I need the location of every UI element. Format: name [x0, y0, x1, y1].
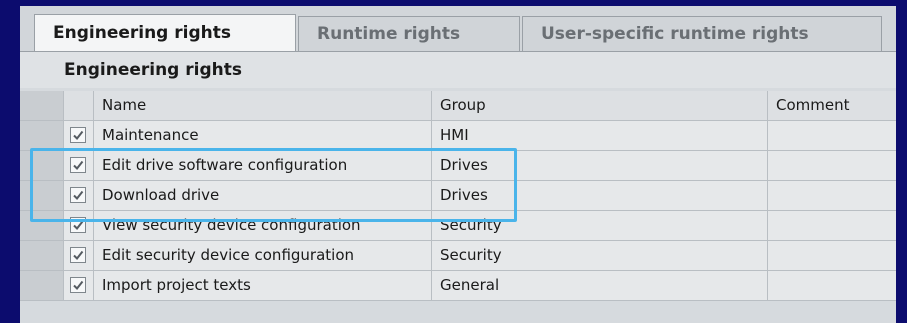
- row-selector[interactable]: [20, 151, 64, 180]
- row-checkbox[interactable]: [70, 187, 86, 203]
- row-checkbox[interactable]: [70, 277, 86, 293]
- row-checkbox-cell: [64, 241, 94, 270]
- row-selector[interactable]: [20, 121, 64, 150]
- row-checkbox[interactable]: [70, 217, 86, 233]
- table-row[interactable]: Edit security device configuration Securi…: [20, 241, 896, 271]
- row-checkbox-cell: [64, 211, 94, 240]
- engineering-rights-panel: Engineering rights Runtime rights User-s…: [20, 6, 896, 323]
- row-name[interactable]: Edit security device configuration: [94, 241, 432, 270]
- column-header-comment[interactable]: Comment: [768, 91, 896, 120]
- row-checkbox[interactable]: [70, 127, 86, 143]
- tab-bar: Engineering rights Runtime rights User-s…: [20, 6, 896, 52]
- row-group[interactable]: Security: [432, 211, 768, 240]
- table-row[interactable]: Import project texts General: [20, 271, 896, 301]
- row-group[interactable]: Drives: [432, 151, 768, 180]
- row-comment[interactable]: [768, 271, 896, 300]
- section-title: Engineering rights: [20, 52, 896, 88]
- row-name[interactable]: View security device configuration: [94, 211, 432, 240]
- rights-table: Name Group Comment Maintenance HMI Edit dr…: [20, 91, 896, 301]
- row-group[interactable]: HMI: [432, 121, 768, 150]
- tab-engineering-rights[interactable]: Engineering rights: [34, 14, 296, 52]
- row-checkbox[interactable]: [70, 247, 86, 263]
- row-comment[interactable]: [768, 211, 896, 240]
- row-checkbox-cell: [64, 271, 94, 300]
- row-checkbox-cell: [64, 151, 94, 180]
- table-header: Name Group Comment: [20, 91, 896, 121]
- table-row[interactable]: Maintenance HMI: [20, 121, 896, 151]
- row-selector[interactable]: [20, 271, 64, 300]
- row-checkbox-cell: [64, 121, 94, 150]
- row-comment[interactable]: [768, 121, 896, 150]
- row-name[interactable]: Import project texts: [94, 271, 432, 300]
- row-selector-header: [20, 91, 64, 120]
- row-group[interactable]: Security: [432, 241, 768, 270]
- row-comment[interactable]: [768, 241, 896, 270]
- column-header-group[interactable]: Group: [432, 91, 768, 120]
- checkbox-column-header: [64, 91, 94, 120]
- table-row[interactable]: Download drive Drives: [20, 181, 896, 211]
- row-name[interactable]: Edit drive software configuration: [94, 151, 432, 180]
- table-row[interactable]: View security device configuration Securi…: [20, 211, 896, 241]
- row-group[interactable]: Drives: [432, 181, 768, 210]
- tab-user-specific-runtime-rights[interactable]: User-specific runtime rights: [522, 16, 882, 52]
- tab-runtime-rights[interactable]: Runtime rights: [298, 16, 520, 52]
- row-group[interactable]: General: [432, 271, 768, 300]
- row-checkbox-cell: [64, 181, 94, 210]
- column-header-name[interactable]: Name: [94, 91, 432, 120]
- row-checkbox[interactable]: [70, 157, 86, 173]
- row-selector[interactable]: [20, 241, 64, 270]
- row-name[interactable]: Maintenance: [94, 121, 432, 150]
- row-selector[interactable]: [20, 211, 64, 240]
- table-row[interactable]: Edit drive software configuration Drives: [20, 151, 896, 181]
- row-comment[interactable]: [768, 151, 896, 180]
- row-selector[interactable]: [20, 181, 64, 210]
- row-name[interactable]: Download drive: [94, 181, 432, 210]
- row-comment[interactable]: [768, 181, 896, 210]
